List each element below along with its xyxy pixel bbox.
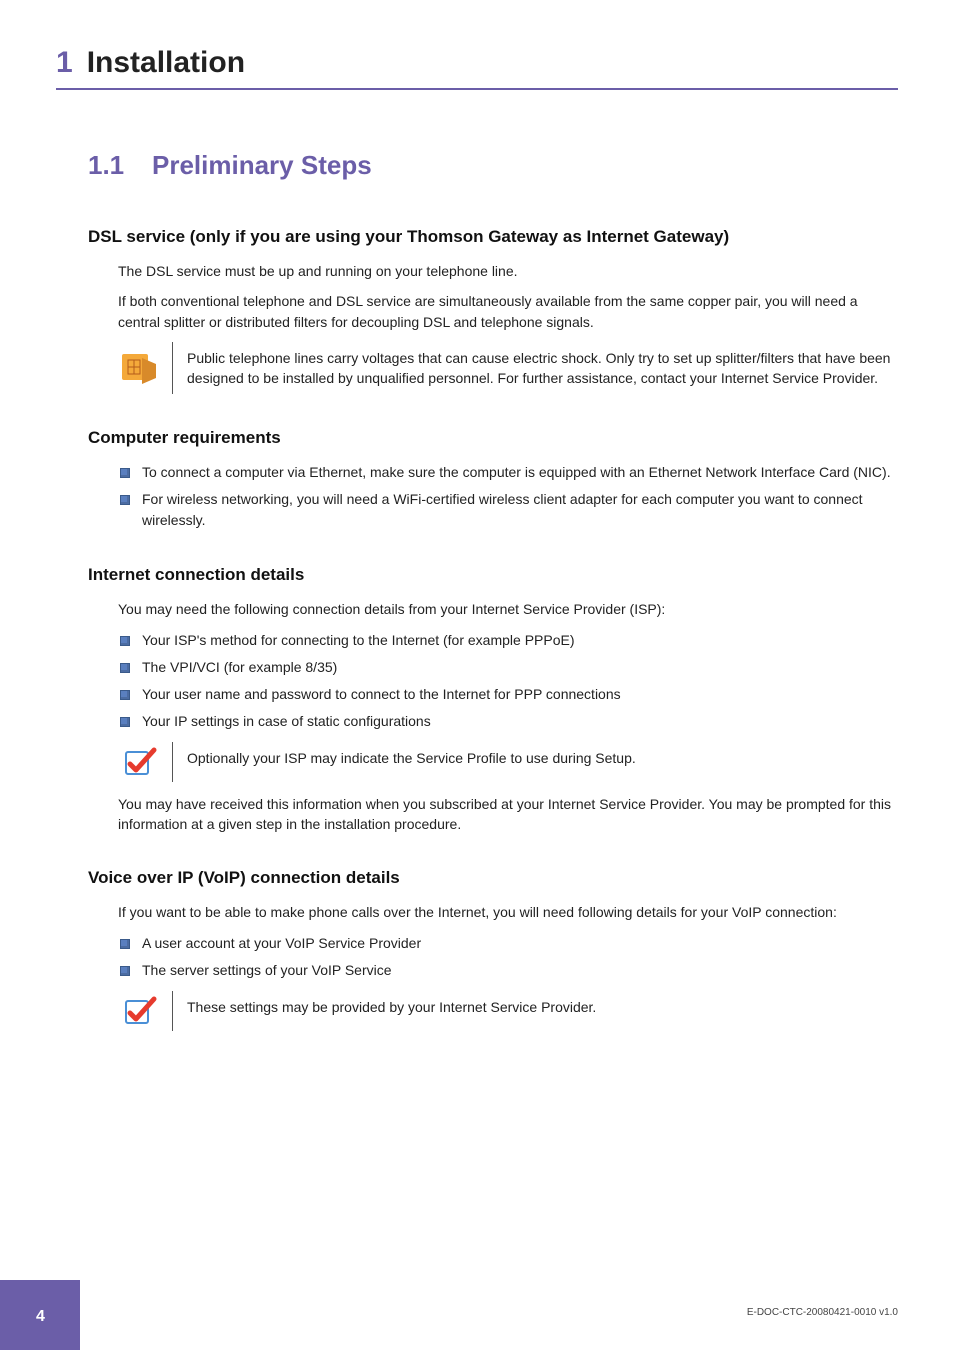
voip-block: Voice over IP (VoIP) connection details … <box>88 868 898 1030</box>
voip-list: A user account at your VoIP Service Prov… <box>118 933 898 981</box>
warning-icon <box>118 342 162 395</box>
list-item: The VPI/VCI (for example 8/35) <box>118 657 898 678</box>
section-number: 1.1 <box>88 150 152 181</box>
callout-divider <box>172 342 173 395</box>
chapter-number: 1 <box>56 46 73 79</box>
list-item: Your IP settings in case of static confi… <box>118 711 898 732</box>
internet-outro: You may have received this information w… <box>118 794 898 835</box>
note-callout: These settings may be provided by your I… <box>118 991 898 1031</box>
callout-divider <box>172 742 173 782</box>
internet-heading: Internet connection details <box>88 565 898 585</box>
dsl-block: DSL service (only if you are using your … <box>88 227 898 394</box>
warning-text: Public telephone lines carry voltages th… <box>183 342 898 395</box>
dsl-p1: The DSL service must be up and running o… <box>118 261 898 281</box>
internet-intro: You may need the following connection de… <box>118 599 898 619</box>
dsl-p2: If both conventional telephone and DSL s… <box>118 291 898 332</box>
internet-list: Your ISP's method for connecting to the … <box>118 630 898 732</box>
internet-block: Internet connection details You may need… <box>88 565 898 834</box>
note-text: These settings may be provided by your I… <box>183 991 596 1031</box>
chapter-heading: 1 Installation <box>56 46 898 90</box>
voip-heading: Voice over IP (VoIP) connection details <box>88 868 898 888</box>
warning-callout: Public telephone lines carry voltages th… <box>118 342 898 395</box>
list-item: A user account at your VoIP Service Prov… <box>118 933 898 954</box>
document-id: E-DOC-CTC-20080421-0010 v1.0 <box>747 1307 898 1318</box>
computer-list: To connect a computer via Ethernet, make… <box>118 462 898 531</box>
page-number: 4 <box>36 1308 45 1326</box>
callout-divider <box>172 991 173 1031</box>
checkmark-icon <box>118 742 162 782</box>
list-item: Your ISP's method for connecting to the … <box>118 630 898 651</box>
dsl-heading: DSL service (only if you are using your … <box>88 227 898 247</box>
checkmark-icon <box>118 991 162 1031</box>
note-text: Optionally your ISP may indicate the Ser… <box>183 742 636 782</box>
chapter-title: Installation <box>87 46 245 79</box>
computer-heading: Computer requirements <box>88 428 898 448</box>
section-title: Preliminary Steps <box>152 150 372 180</box>
section-heading: 1.1Preliminary Steps <box>88 150 898 181</box>
list-item: To connect a computer via Ethernet, make… <box>118 462 898 483</box>
note-callout: Optionally your ISP may indicate the Ser… <box>118 742 898 782</box>
list-item: For wireless networking, you will need a… <box>118 489 898 531</box>
computer-block: Computer requirements To connect a compu… <box>88 428 898 531</box>
list-item: The server settings of your VoIP Service <box>118 960 898 981</box>
list-item: Your user name and password to connect t… <box>118 684 898 705</box>
voip-intro: If you want to be able to make phone cal… <box>118 902 898 922</box>
